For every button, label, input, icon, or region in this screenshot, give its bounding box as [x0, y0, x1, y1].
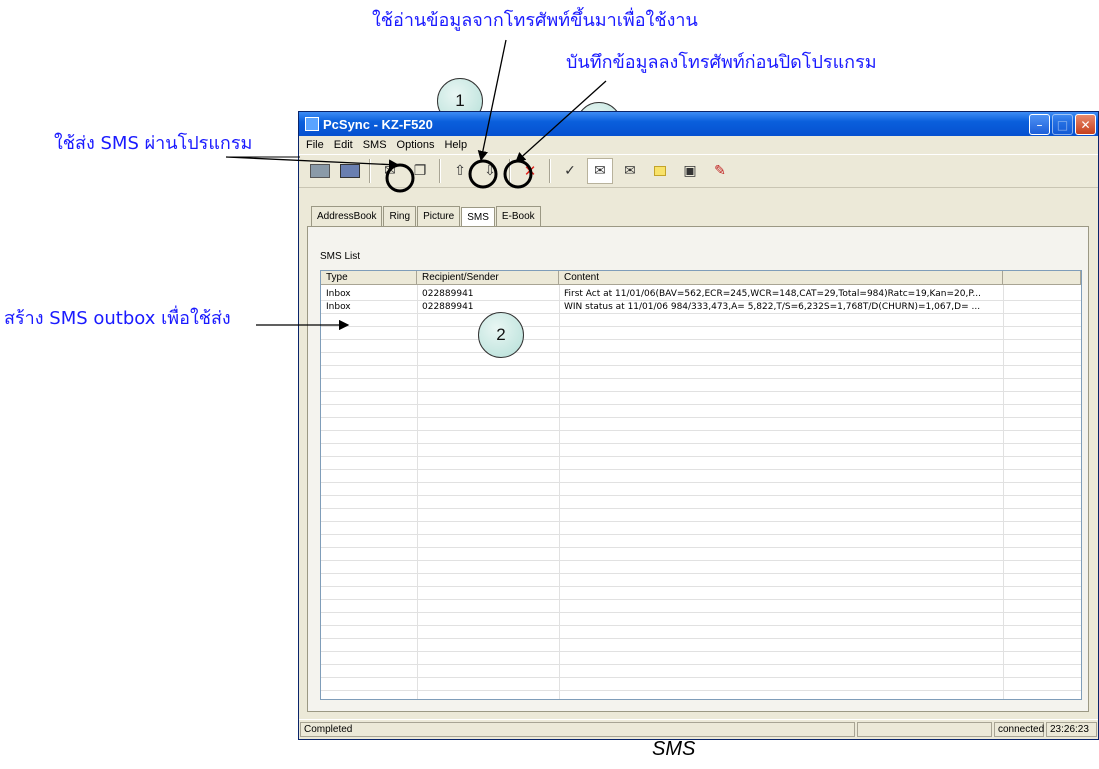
app-icon: [305, 117, 319, 131]
tab-addressbook[interactable]: AddressBook: [311, 206, 383, 226]
menu-options[interactable]: Options: [392, 139, 440, 151]
annotation-create-outbox: สร้าง SMS outbox เพื่อใช้ส่ง: [4, 308, 231, 329]
column-header-extra: [1003, 271, 1081, 284]
sms-list-label: SMS List: [320, 251, 361, 262]
column-header-type[interactable]: Type: [321, 271, 417, 284]
cell-content: First Act at 11/01/06(BAV=562,ECR=245,WC…: [564, 289, 981, 299]
toolbar-separator: [549, 159, 551, 183]
toolbar-separator: [369, 159, 371, 183]
table-header: Type Recipient/Sender Content: [321, 271, 1081, 285]
phone-connect-icon[interactable]: [307, 158, 333, 184]
annotation-send-sms: ใช้ส่ง SMS ผ่านโปรแกรม: [54, 133, 253, 154]
close-button[interactable]: ✕: [1075, 114, 1096, 135]
column-divider: [417, 285, 418, 699]
tab-strip: AddressBook Ring Picture SMS E-Book: [311, 206, 542, 227]
window-title: PcSync - KZ-F520: [323, 116, 433, 132]
phone-disconnect-icon[interactable]: [337, 158, 363, 184]
delete-icon[interactable]: ✕: [517, 158, 543, 184]
tab-ebook[interactable]: E-Book: [495, 206, 541, 226]
status-time: 23:26:23: [1046, 722, 1097, 737]
menu-bar: File Edit SMS Options Help: [299, 136, 1098, 154]
status-empty: [857, 722, 992, 737]
sms-panel: SMS List Type Recipient/Sender Content I…: [307, 226, 1089, 712]
callout-2: 2: [478, 312, 524, 358]
menu-file[interactable]: File: [301, 139, 329, 151]
cell-type: Inbox: [326, 289, 351, 299]
folder-icon[interactable]: [647, 158, 673, 184]
save-icon[interactable]: ▣: [677, 158, 703, 184]
column-header-sender[interactable]: Recipient/Sender: [417, 271, 559, 284]
sms-send-icon[interactable]: ✉: [377, 158, 403, 184]
status-text: Completed: [300, 722, 855, 737]
cell-type: Inbox: [326, 302, 351, 312]
tab-ring[interactable]: Ring: [383, 206, 417, 226]
figure-caption: SMS: [652, 738, 696, 760]
menu-help[interactable]: Help: [439, 139, 472, 151]
cell-content: WIN status at 11/01/06 984/333,473,A= 5,…: [564, 302, 981, 312]
checklist-icon[interactable]: ✓: [557, 158, 583, 184]
tab-sms[interactable]: SMS: [461, 207, 495, 227]
tab-picture[interactable]: Picture: [417, 206, 461, 226]
column-divider: [559, 285, 560, 699]
menu-sms[interactable]: SMS: [358, 139, 392, 151]
copy-windows-icon[interactable]: ❐: [407, 158, 433, 184]
inbox-icon[interactable]: ✉: [587, 158, 613, 184]
cell-sender: 022889941: [422, 289, 474, 299]
toolbar: ✉ ❐ ⇧ ⇩ ✕ ✓ ✉ ✉ ▣ ✎: [299, 154, 1098, 188]
status-connection: connected: [994, 722, 1044, 737]
annotation-save-phone: บันทึกข้อมูลลงโทรศัพท์ก่อนปิดโปรแกรม: [566, 52, 877, 73]
window-controls: – □ ✕: [1029, 114, 1096, 135]
annotation-read-phone: ใช้อ่านข้อมูลจากโทรศัพท์ขึ้นมาเพื่อใช้งา…: [372, 10, 698, 31]
save-to-phone-icon[interactable]: ⇩: [477, 158, 503, 184]
maximize-button[interactable]: □: [1052, 114, 1073, 135]
callout-1-label: 1: [455, 91, 465, 110]
title-bar[interactable]: PcSync - KZ-F520 – □ ✕: [299, 112, 1098, 136]
edit-icon[interactable]: ✎: [707, 158, 733, 184]
app-window: PcSync - KZ-F520 – □ ✕ File Edit SMS Opt…: [298, 111, 1099, 740]
column-divider: [1003, 285, 1004, 699]
cell-sender: 022889941: [422, 302, 474, 312]
sms-list-table[interactable]: Type Recipient/Sender Content Inbox 0228…: [320, 270, 1082, 700]
toolbar-separator: [439, 159, 441, 183]
outbox-icon[interactable]: ✉: [617, 158, 643, 184]
table-row[interactable]: Inbox 022889941 First Act at 11/01/06(BA…: [321, 288, 1081, 301]
callout-2-label: 2: [496, 325, 506, 344]
read-from-phone-icon[interactable]: ⇧: [447, 158, 473, 184]
status-bar: Completed connected 23:26:23: [299, 719, 1098, 739]
menu-edit[interactable]: Edit: [329, 139, 358, 151]
table-row[interactable]: Inbox 022889941 WIN status at 11/01/06 9…: [321, 301, 1081, 314]
minimize-button[interactable]: –: [1029, 114, 1050, 135]
toolbar-separator: [509, 159, 511, 183]
column-header-content[interactable]: Content: [559, 271, 1003, 284]
